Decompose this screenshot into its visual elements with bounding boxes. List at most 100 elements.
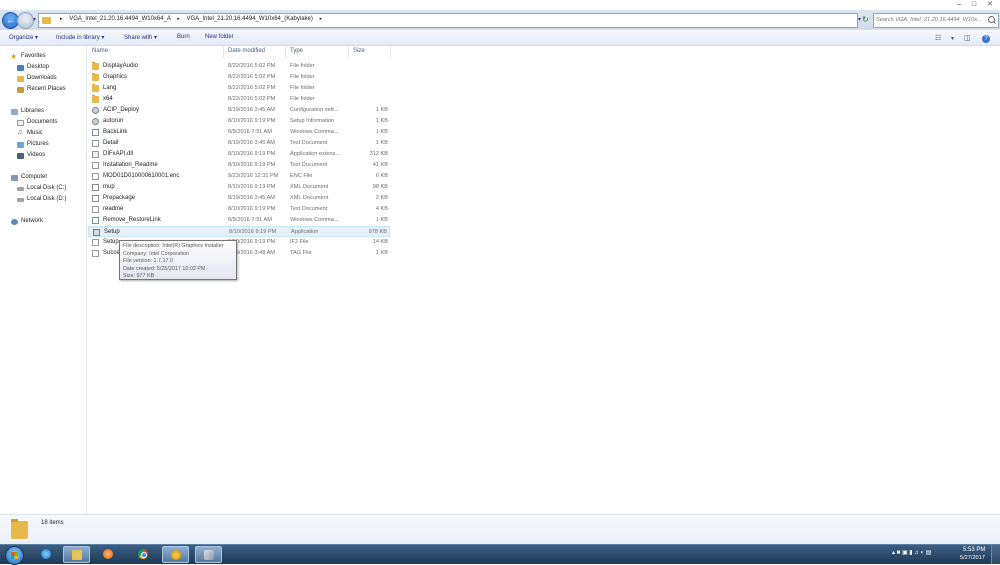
videos-icon bbox=[17, 153, 24, 159]
taskbar-internet-explorer[interactable] bbox=[33, 546, 60, 563]
breadcrumb-item[interactable]: VGA_Intel_21.20.16.4494_W10x64_A bbox=[69, 16, 170, 22]
chevron-right-icon[interactable]: ▸ bbox=[177, 16, 180, 22]
search-box[interactable] bbox=[873, 13, 999, 28]
share-with-button[interactable]: Share with ▾ bbox=[124, 34, 157, 41]
dll-file-icon bbox=[92, 151, 99, 158]
clock-date[interactable]: 5/27/2017 bbox=[960, 555, 985, 561]
nav-network[interactable]: Network bbox=[11, 218, 44, 225]
taskbar: ▴ ■ ▣ ▮ ♫ ◐ ▤ 5:53 PM 5/27/2017 bbox=[0, 544, 1000, 565]
column-divider[interactable] bbox=[223, 46, 224, 58]
recent-places-icon bbox=[17, 87, 24, 93]
forward-button[interactable]: → bbox=[17, 12, 34, 29]
file-row[interactable]: Graphics 8/22/2016 5:02 PM File folder bbox=[88, 72, 390, 83]
file-row[interactable]: BackLink 8/9/2016 7:31 AM Windows Comma...… bbox=[88, 127, 390, 138]
nav-music[interactable]: ♫ Music bbox=[17, 129, 43, 136]
chevron-right-icon[interactable]: ▸ bbox=[320, 16, 323, 22]
column-divider[interactable] bbox=[285, 46, 286, 58]
nav-computer[interactable]: Computer bbox=[11, 174, 47, 181]
file-date-modified: 8/9/2016 7:31 AM bbox=[228, 129, 272, 135]
file-name: DIFxAPI.dll bbox=[103, 151, 134, 157]
nav-label: Desktop bbox=[27, 64, 50, 70]
chevron-right-icon[interactable]: ▸ bbox=[60, 16, 63, 22]
search-icon[interactable] bbox=[988, 16, 995, 23]
taskbar-chrome[interactable] bbox=[130, 546, 157, 563]
file-row[interactable]: readme 8/10/2016 9:19 PM Text Document 4 KB bbox=[88, 204, 390, 215]
windows-logo-icon bbox=[11, 552, 18, 559]
file-name: Setup bbox=[103, 239, 119, 245]
file-row[interactable]: ACIP_Deploy 8/19/2016 3:45 AM Configuratio… bbox=[88, 105, 390, 116]
file-row[interactable]: Prepackage 8/19/2016 3:45 AM XML Document 2… bbox=[88, 193, 390, 204]
nav-favorites[interactable]: ★ Favorites bbox=[10, 52, 46, 61]
column-divider[interactable] bbox=[390, 46, 391, 58]
file-row[interactable]: DisplayAudio 8/22/2016 5:02 PM File folder bbox=[88, 61, 390, 72]
file-size: 1 KB bbox=[375, 217, 388, 223]
nav-label: Music bbox=[27, 130, 43, 136]
file-type: File folder bbox=[290, 85, 315, 91]
taskbar-tool[interactable] bbox=[195, 546, 222, 563]
file-name: Setup bbox=[104, 229, 120, 235]
start-button[interactable] bbox=[5, 546, 24, 565]
file-date-modified: 8/19/2016 3:45 AM bbox=[228, 140, 275, 146]
notification-tray[interactable]: ▴ ■ ▣ ▮ ♫ ◐ ▤ bbox=[892, 549, 931, 556]
file-row[interactable]: x64 8/22/2016 5:02 PM File folder bbox=[88, 94, 390, 105]
file-row[interactable]: Detail 8/19/2016 3:45 AM Text Document 1 KB bbox=[88, 138, 390, 149]
view-options-icon[interactable]: ☷ bbox=[935, 34, 941, 42]
breadcrumb-item[interactable]: VGA_Intel_21.20.16.4494_W10x64_(Kabylake… bbox=[186, 16, 312, 22]
nav-pictures[interactable]: Pictures bbox=[17, 141, 49, 148]
file-type: IF2 File bbox=[290, 239, 309, 245]
file-row[interactable]: Remove_RestoreLink 8/9/2016 7:31 AM Window… bbox=[88, 215, 390, 226]
nav-videos[interactable]: Videos bbox=[17, 152, 45, 159]
nav-label: Local Disk (C:) bbox=[27, 185, 67, 191]
file-row[interactable]: MOD01D010000610001.enc 9/23/2016 12:31 PM… bbox=[88, 171, 390, 182]
nav-libraries[interactable]: Libraries bbox=[11, 108, 44, 115]
file-row[interactable]: DIFxAPI.dll 8/10/2016 9:19 PM Application … bbox=[88, 149, 390, 160]
file-info-tooltip: File description: Intel(R) Graphics Inst… bbox=[119, 240, 237, 280]
taskbar-windows-explorer[interactable] bbox=[63, 546, 90, 563]
file-date-modified: 8/10/2016 9:19 PM bbox=[228, 162, 276, 168]
address-bar[interactable]: ▸ VGA_Intel_21.20.16.4494_W10x64_A ▸ VGA… bbox=[38, 13, 858, 28]
nav-downloads[interactable]: Downloads bbox=[17, 75, 57, 82]
file-type: Windows Comma... bbox=[290, 217, 339, 223]
chevron-down-icon[interactable]: ▼ bbox=[950, 36, 955, 42]
nav-documents[interactable]: Documents bbox=[17, 119, 57, 126]
tooltip-version: File version: 1.7.17.0 bbox=[123, 258, 174, 265]
include-in-library-button[interactable]: Include in library ▾ bbox=[56, 34, 104, 41]
column-date-modified[interactable]: Date modified bbox=[228, 48, 265, 54]
search-input[interactable] bbox=[876, 15, 984, 25]
column-type[interactable]: Type bbox=[290, 48, 303, 54]
burn-button[interactable]: Burn bbox=[177, 34, 190, 40]
generic-file-icon bbox=[92, 173, 99, 180]
file-row[interactable]: autorun 8/10/2016 9:19 PM Setup Informatio… bbox=[88, 116, 390, 127]
help-icon[interactable]: ? bbox=[982, 35, 990, 43]
taskbar-media-player[interactable] bbox=[95, 546, 122, 563]
file-date-modified: 8/22/2016 5:02 PM bbox=[228, 96, 276, 102]
nav-label: Network bbox=[21, 218, 44, 224]
new-folder-button[interactable]: New folder bbox=[205, 34, 234, 40]
refresh-icon[interactable]: ↻ bbox=[862, 15, 869, 24]
clock-time[interactable]: 5:53 PM bbox=[963, 547, 985, 553]
column-divider[interactable] bbox=[348, 46, 349, 58]
file-row[interactable]: Setup 8/10/2016 9:19 PM Application 978 KB bbox=[88, 226, 390, 237]
pictures-icon bbox=[17, 142, 24, 148]
file-row[interactable]: mup 8/10/2016 9:19 PM XML Document 98 KB bbox=[88, 182, 390, 193]
column-size[interactable]: Size bbox=[353, 48, 365, 54]
organize-button[interactable]: Organize ▾ bbox=[9, 34, 38, 41]
show-desktop-button[interactable] bbox=[991, 545, 1000, 564]
minimize-button[interactable]: – bbox=[952, 0, 966, 10]
nav-desktop[interactable]: Desktop bbox=[17, 64, 50, 71]
preview-pane-icon[interactable]: ◫ bbox=[964, 34, 971, 42]
file-row[interactable]: Lang 8/22/2016 5:02 PM File folder bbox=[88, 83, 390, 94]
nav-label: Pictures bbox=[27, 141, 49, 147]
nav-local-disk-d[interactable]: Local Disk (D:) bbox=[17, 196, 66, 202]
file-row[interactable]: Installation_Readme 8/10/2016 9:19 PM Text… bbox=[88, 160, 390, 171]
close-button[interactable]: ✕ bbox=[983, 0, 997, 10]
nav-recent-places[interactable]: Recent Places bbox=[17, 86, 66, 93]
config-file-icon bbox=[92, 118, 99, 125]
maximize-button[interactable]: □ bbox=[967, 0, 981, 10]
nav-local-disk-c[interactable]: Local Disk (C:) bbox=[17, 185, 67, 191]
taskbar-intel-installer[interactable] bbox=[162, 546, 189, 563]
generic-file-icon bbox=[92, 239, 99, 246]
details-pane: 18 items bbox=[0, 514, 1000, 545]
column-name[interactable]: Name bbox=[92, 48, 108, 54]
address-dropdown-icon[interactable]: ▾ bbox=[858, 16, 861, 23]
